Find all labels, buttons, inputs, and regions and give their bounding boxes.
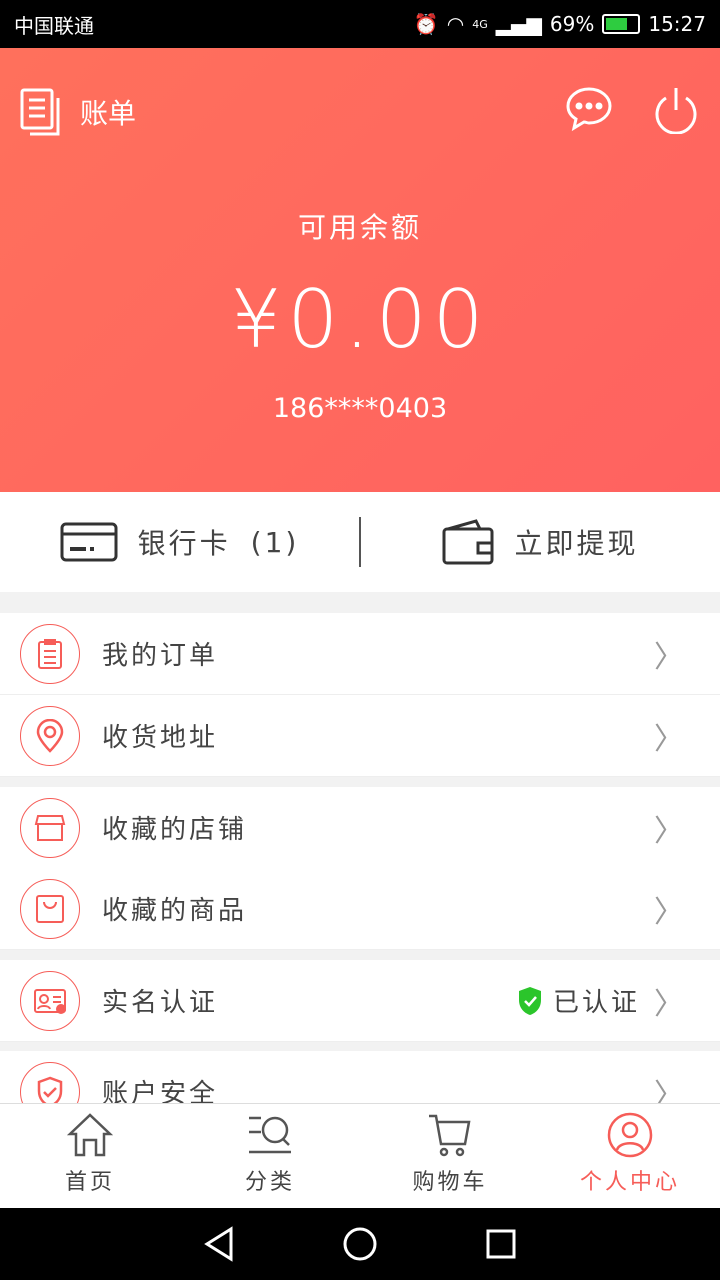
bottom-tab-bar: 首页 分类 购物车 个人中心 xyxy=(0,1103,720,1208)
store-icon xyxy=(20,797,80,858)
chevron-right-icon: 〉 xyxy=(654,721,684,757)
balance-header: 账单 可用余额 ¥0.00 186****0403 xyxy=(0,48,720,492)
wifi-icon: ◠ xyxy=(446,12,465,36)
withdraw-button[interactable]: 立即提现 xyxy=(361,519,720,565)
wallet-icon xyxy=(442,519,494,565)
cart-icon xyxy=(429,1114,471,1157)
withdraw-label: 立即提现 xyxy=(514,527,639,560)
verified-shield-icon xyxy=(518,986,541,1015)
tab-category[interactable]: 分类 xyxy=(180,1104,360,1208)
menu-label: 我的订单 xyxy=(102,641,219,671)
system-nav-bar xyxy=(0,1208,720,1280)
chevron-right-icon: 〉 xyxy=(654,894,684,930)
balance-amount: ¥0.00 xyxy=(230,273,490,366)
tab-cart[interactable]: 购物车 xyxy=(360,1104,540,1208)
shopping-bag-icon xyxy=(20,878,80,939)
recents-icon[interactable] xyxy=(485,1228,517,1260)
user-icon xyxy=(607,1112,653,1158)
menu-item-orders[interactable]: 我的订单 〉 xyxy=(0,613,720,695)
tab-label: 购物车 xyxy=(412,1170,488,1195)
alarm-icon: ⏰ xyxy=(413,12,439,36)
bank-card-button[interactable]: 银行卡 (1) xyxy=(0,522,359,562)
verification-status: 已认证 xyxy=(517,982,640,1019)
balance-label: 可用余额 xyxy=(297,211,422,244)
clock: 15:27 xyxy=(648,12,706,36)
tab-label: 个人中心 xyxy=(579,1170,680,1195)
bill-icon xyxy=(20,88,60,136)
signal-icon: ▂▄▆ xyxy=(495,12,542,36)
menu-label: 实名认证 xyxy=(102,988,219,1018)
message-icon[interactable] xyxy=(565,86,613,132)
tab-profile[interactable]: 个人中心 xyxy=(540,1104,720,1208)
bill-button[interactable]: 账单 xyxy=(20,88,136,136)
phone-number: 186****0403 xyxy=(272,393,448,424)
network-type: 4G xyxy=(472,17,488,31)
menu-label: 收藏的店铺 xyxy=(102,815,248,845)
category-search-icon xyxy=(249,1116,291,1154)
bank-row: 银行卡 (1) 立即提现 xyxy=(0,492,720,592)
tab-label: 分类 xyxy=(244,1170,295,1195)
clipboard-icon xyxy=(20,623,80,684)
menu-item-fav-stores[interactable]: 收藏的店铺 〉 xyxy=(0,787,720,869)
menu-item-address[interactable]: 收货地址 〉 xyxy=(0,695,720,777)
location-pin-icon xyxy=(20,705,80,766)
menu-item-verification[interactable]: 实名认证 已认证 〉 xyxy=(0,960,720,1042)
carrier: 中国联通 xyxy=(14,13,94,38)
home-nav-icon[interactable] xyxy=(342,1226,378,1262)
chevron-right-icon: 〉 xyxy=(654,986,684,1022)
menu-label: 收货地址 xyxy=(102,723,219,753)
bank-card-count: (1) xyxy=(250,525,300,559)
bill-label: 账单 xyxy=(80,97,137,130)
power-icon[interactable] xyxy=(654,86,698,134)
battery-icon xyxy=(602,14,641,34)
id-card-icon xyxy=(20,970,80,1031)
chevron-right-icon: 〉 xyxy=(654,639,684,675)
chevron-right-icon: 〉 xyxy=(654,813,684,849)
battery-percent: 69% xyxy=(549,12,595,36)
status-bar: 中国联通 ⏰ ◠ 4G ▂▄▆ 69% 15:27 xyxy=(0,0,720,48)
verified-label: 已认证 xyxy=(552,988,640,1018)
tab-label: 首页 xyxy=(64,1170,115,1195)
menu-item-fav-goods[interactable]: 收藏的商品 〉 xyxy=(0,868,720,950)
tab-home[interactable]: 首页 xyxy=(0,1104,180,1208)
home-icon xyxy=(67,1113,113,1157)
bank-card-label: 银行卡 xyxy=(137,527,231,560)
menu-label: 收藏的商品 xyxy=(102,896,248,926)
bank-card-icon xyxy=(60,522,118,562)
back-icon[interactable] xyxy=(203,1226,235,1262)
